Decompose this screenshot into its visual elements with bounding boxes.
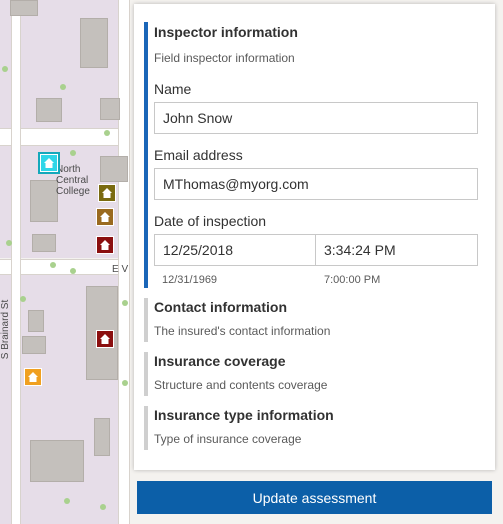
tree xyxy=(104,130,110,136)
tree xyxy=(122,380,128,386)
home-pin[interactable] xyxy=(96,208,114,226)
tree xyxy=(64,498,70,504)
section-description: Structure and contents coverage xyxy=(154,378,328,392)
building xyxy=(80,18,108,68)
section-title[interactable]: Inspector information xyxy=(154,24,298,40)
section-insurance-type[interactable]: Insurance type information Type of insur… xyxy=(144,406,484,450)
building xyxy=(32,234,56,252)
building xyxy=(100,98,120,120)
home-icon xyxy=(102,188,112,198)
home-icon xyxy=(28,372,38,382)
email-field[interactable]: MThomas@myorg.com xyxy=(154,168,478,200)
map-label-street: S Brainard St xyxy=(0,299,12,360)
tree xyxy=(6,240,12,246)
building xyxy=(30,440,84,482)
section-bar xyxy=(144,298,148,342)
feature-form-panel: Inspector information Field inspector in… xyxy=(130,0,503,524)
building xyxy=(10,0,38,16)
section-description: Field inspector information xyxy=(154,51,295,65)
map-label-street: E V xyxy=(112,264,129,275)
section-inspector[interactable]: Inspector information Field inspector in… xyxy=(144,22,484,288)
building xyxy=(100,156,128,182)
building xyxy=(94,418,110,456)
map-label-college: North Central College xyxy=(56,164,90,197)
home-pin[interactable] xyxy=(24,368,42,386)
update-assessment-button[interactable]: Update assessment xyxy=(137,481,492,514)
tree xyxy=(70,268,76,274)
home-icon xyxy=(100,240,110,250)
road xyxy=(11,0,21,524)
section-description: Type of insurance coverage xyxy=(154,432,302,446)
date-label: Date of inspection xyxy=(154,213,267,229)
section-contact[interactable]: Contact information The insured's contac… xyxy=(144,298,484,342)
section-title[interactable]: Contact information xyxy=(154,299,287,315)
tree xyxy=(122,300,128,306)
section-coverage[interactable]: Insurance coverage Structure and content… xyxy=(144,352,484,396)
name-field[interactable]: John Snow xyxy=(154,102,478,134)
selected-home-pin[interactable] xyxy=(38,152,60,174)
section-active-bar xyxy=(144,22,148,288)
home-pin[interactable] xyxy=(96,330,114,348)
building xyxy=(22,336,46,354)
home-icon xyxy=(100,212,110,222)
home-pin[interactable] xyxy=(98,184,116,202)
section-bar xyxy=(144,352,148,396)
tree xyxy=(20,296,26,302)
email-label: Email address xyxy=(154,147,243,163)
home-icon xyxy=(100,334,110,344)
home-pin[interactable] xyxy=(96,236,114,254)
building xyxy=(36,98,62,122)
building xyxy=(28,310,44,332)
section-description: The insured's contact information xyxy=(154,324,331,338)
building xyxy=(30,180,58,222)
date-input[interactable]: 12/25/2018 xyxy=(154,234,317,266)
section-title[interactable]: Insurance coverage xyxy=(154,353,286,369)
tree xyxy=(50,262,56,268)
name-label: Name xyxy=(154,81,192,97)
feature-form: Inspector information Field inspector in… xyxy=(134,4,495,470)
time-input[interactable]: 3:34:24 PM xyxy=(315,234,478,266)
tree xyxy=(70,150,76,156)
time-hint: 7:00:00 PM xyxy=(324,274,381,286)
road xyxy=(118,0,130,524)
tree xyxy=(100,504,106,510)
section-bar xyxy=(144,406,148,450)
tree xyxy=(2,66,8,72)
home-icon xyxy=(44,158,54,168)
section-title[interactable]: Insurance type information xyxy=(154,407,334,423)
tree xyxy=(60,84,66,90)
date-hint: 12/31/1969 xyxy=(162,274,218,286)
